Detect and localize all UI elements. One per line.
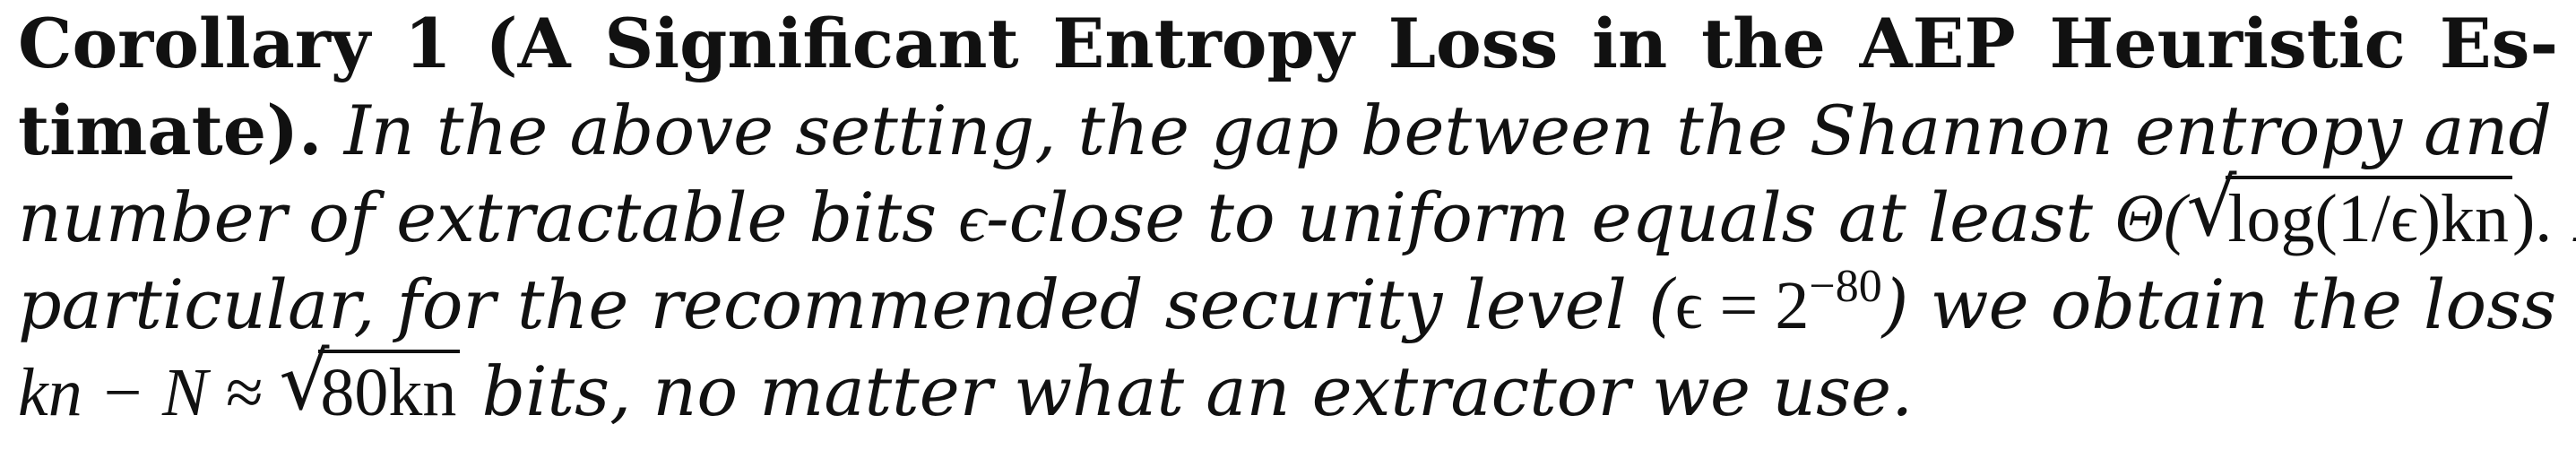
sqrt-80kn-argument: 80kn xyxy=(318,350,461,428)
corollary-heading-end: timate). xyxy=(18,91,323,170)
radical-sign-icon: √ xyxy=(279,335,330,428)
loss-expression: kn − N ≈ xyxy=(18,355,280,430)
corollary-line-5: kn − N ≈ √ 80kn bits, no matter what an e… xyxy=(18,342,2558,435)
sqrt-80kn-expression: √ 80kn xyxy=(279,342,461,435)
corollary-text-line-3a: number of extractable bits xyxy=(18,177,959,257)
corollary-text-line-3b: -close to uniform equals at least xyxy=(985,177,2115,257)
sqrt-log-expression: √ log(1/ϵ)kn xyxy=(2186,169,2512,261)
radical-sign-icon: √ xyxy=(2186,161,2237,254)
corollary-line-2: timate). In the above setting, the gap b… xyxy=(18,87,2576,174)
corollary-line-4: particular, for the recommended security… xyxy=(18,261,2576,348)
corollary-text-line-4b: ) we obtain the loss of xyxy=(1881,264,2576,344)
corollary-text-line-5: bits, no matter what an extractor we use… xyxy=(460,351,1914,431)
security-level-exponent: −80 xyxy=(1809,261,1882,312)
corollary-text-line-3c: In xyxy=(2552,177,2576,257)
corollary-paragraph: Corollary 1 (A Significant Entropy Loss … xyxy=(18,0,2576,435)
theta-open: Θ( xyxy=(2114,181,2187,256)
corollary-heading: Corollary 1 (A Significant Entropy Loss … xyxy=(18,4,2558,83)
epsilon-symbol: ϵ xyxy=(958,181,986,256)
corollary-text-line-4a: particular, for the recommended security… xyxy=(18,264,1675,344)
corollary-line-3: number of extractable bits ϵ-close to un… xyxy=(18,169,2576,261)
theta-close: ). xyxy=(2511,181,2553,256)
security-level-base: ϵ = 2 xyxy=(1674,268,1810,343)
corollary-heading-line: Corollary 1 (A Significant Entropy Loss … xyxy=(18,0,2558,87)
corollary-text-line-2: In the above setting, the gap between th… xyxy=(343,91,2576,170)
security-level-equation: ϵ = 2−80 xyxy=(1674,264,1882,344)
sqrt-log-argument: log(1/ϵ)kn xyxy=(2226,176,2512,255)
